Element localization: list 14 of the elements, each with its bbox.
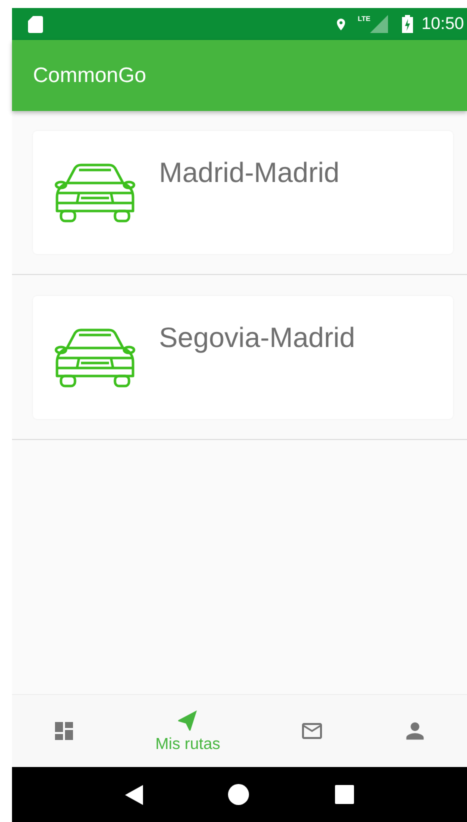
- route-name: Madrid-Madrid: [159, 157, 340, 189]
- home-icon[interactable]: [228, 784, 250, 805]
- sd-card-icon: [28, 16, 43, 32]
- route-card[interactable]: Madrid-Madrid: [33, 131, 453, 254]
- app-title: CommonGo: [33, 64, 146, 88]
- signal-icon: [370, 15, 388, 33]
- route-name: Segovia-Madrid: [159, 322, 356, 354]
- recents-icon[interactable]: [335, 785, 354, 804]
- car-icon: [53, 163, 137, 225]
- route-card[interactable]: Segovia-Madrid: [33, 296, 453, 419]
- back-icon[interactable]: [124, 784, 143, 804]
- clock-time: 10:50: [421, 14, 464, 34]
- battery-charging-icon: [402, 15, 414, 33]
- car-icon: [53, 328, 137, 390]
